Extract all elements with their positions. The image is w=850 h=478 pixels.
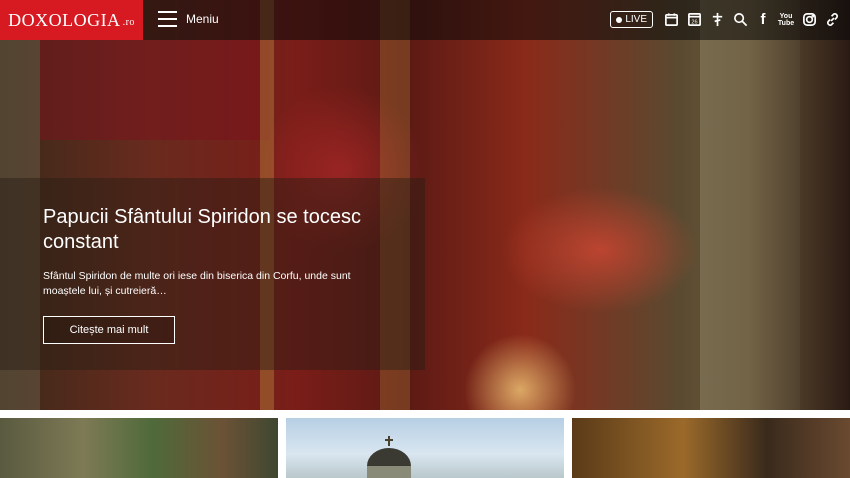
article-card-thumbnail[interactable] [286,418,564,478]
live-button[interactable]: LIVE [610,11,653,28]
logo-tld: .ro [122,17,135,28]
hero-excerpt: Sfântul Spiridon de multe ori iese din b… [43,270,351,297]
menu-label: Meniu [186,12,219,26]
hamburger-icon [158,11,177,27]
search-icon[interactable] [732,12,748,28]
hero-image-detail [700,0,800,410]
hero-image-detail [40,40,270,140]
facebook-label: f [760,11,766,28]
calendar-icon[interactable] [663,12,679,28]
read-more-button[interactable]: Citește mai mult [43,316,175,344]
article-card-thumbnail[interactable] [0,418,278,478]
live-dot-icon [616,16,623,23]
header-icons: LIVE 26 f You Tube [610,11,840,28]
calendar-day-icon[interactable]: 26 [686,12,702,28]
menu-button[interactable]: Meniu [158,11,219,27]
site-logo[interactable]: DOXOLOGIA .ro [0,0,143,40]
youtube-label: You Tube [777,12,795,27]
hero-title[interactable]: Papucii Sfântului Spiridon se tocesc con… [43,205,413,255]
article-card-thumbnail[interactable] [572,418,850,478]
cross-icon[interactable] [709,12,725,28]
youtube-icon[interactable]: You Tube [778,12,794,28]
facebook-icon[interactable]: f [755,11,771,28]
link-icon[interactable] [824,12,840,28]
top-navigation-bar: DOXOLOGIA .ro Meniu LIVE 26 f You Tube [0,0,850,40]
live-label: LIVE [625,14,647,25]
logo-text: DOXOLOGIA [8,9,121,30]
church-dome-image [367,436,411,478]
instagram-icon[interactable] [801,12,817,28]
calendar-day-number: 26 [691,20,697,26]
